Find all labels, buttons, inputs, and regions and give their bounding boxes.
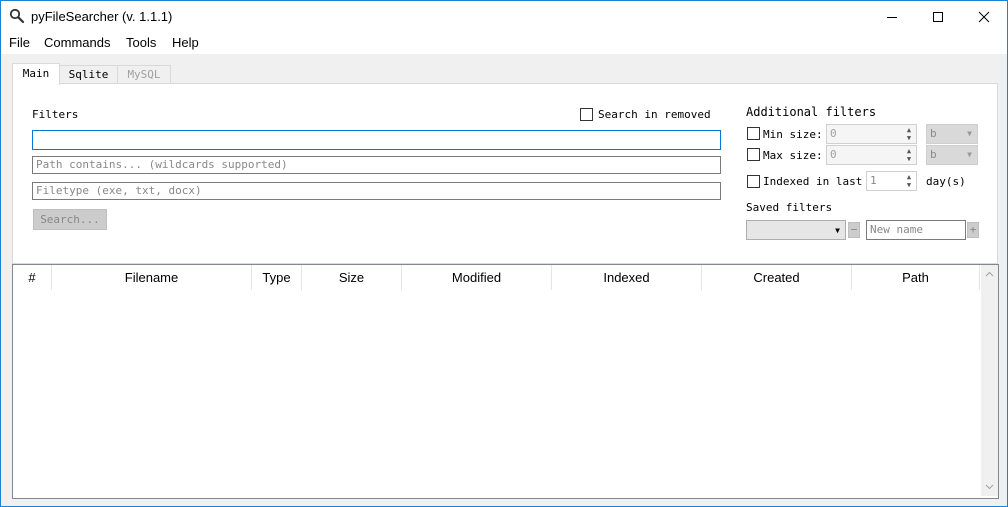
column-header-path[interactable]: Path — [852, 265, 980, 290]
indexed-in-last-label[interactable]: Indexed in last — [763, 175, 862, 188]
column-header-indexed[interactable]: Indexed — [552, 265, 702, 290]
menu-tools[interactable]: Tools — [126, 35, 156, 50]
max-size-unit-select[interactable]: b ▼ — [926, 145, 978, 165]
maximize-icon — [933, 11, 943, 22]
search-in-removed-checkbox[interactable] — [580, 108, 593, 121]
title-bar[interactable]: pyFileSearcher (v. 1.1.1) — [1, 1, 1007, 32]
scroll-up-icon[interactable] — [985, 271, 994, 277]
saved-filters-heading: Saved filters — [746, 201, 833, 214]
chevron-down-icon: ▼ — [967, 150, 972, 159]
additional-filters-heading: Additional filters — [746, 105, 877, 119]
min-size-value: 0 — [830, 127, 837, 140]
indexed-days-value: 1 — [870, 174, 877, 187]
add-filter-button[interactable]: + — [967, 222, 979, 238]
indexed-days-spinbox[interactable]: 1 ▲ ▼ — [866, 171, 917, 191]
minimize-button[interactable] — [869, 1, 915, 32]
window-title: pyFileSearcher (v. 1.1.1) — [31, 9, 173, 24]
column-header-type[interactable]: Type — [252, 265, 302, 290]
path-contains-input[interactable]: Path contains... (wildcards supported) — [32, 156, 721, 174]
column-header-modified[interactable]: Modified — [402, 265, 552, 290]
filters-heading: Filters — [32, 108, 79, 121]
vertical-scrollbar[interactable] — [981, 265, 998, 496]
chevron-down-icon: ▼ — [835, 226, 840, 235]
spin-arrows-icon[interactable]: ▲ ▼ — [903, 173, 915, 189]
magnifier-icon — [9, 8, 25, 24]
max-size-spinbox[interactable]: 0 ▲ ▼ — [826, 145, 917, 165]
close-button[interactable] — [961, 1, 1007, 32]
menu-help[interactable]: Help — [172, 35, 199, 50]
menu-commands[interactable]: Commands — [44, 35, 110, 50]
spin-arrows-icon[interactable]: ▲ ▼ — [903, 147, 915, 163]
tab-mysql[interactable]: MySQL — [117, 65, 171, 84]
main-tab-panel: Filters Search in removed Path contains.… — [12, 83, 998, 264]
max-size-unit: b — [930, 148, 937, 161]
min-size-unit-select[interactable]: b ▼ — [926, 124, 978, 144]
search-in-removed-label[interactable]: Search in removed — [598, 108, 711, 121]
min-size-unit: b — [930, 127, 937, 140]
column-header-number[interactable]: # — [13, 265, 52, 290]
filetype-input[interactable]: Filetype (exe, txt, docx) — [32, 182, 721, 200]
chevron-down-icon: ▼ — [967, 129, 972, 138]
app-window: pyFileSearcher (v. 1.1.1) File Commands … — [0, 0, 1008, 507]
results-table[interactable]: # Filename Type Size Modified Indexed Cr… — [12, 264, 999, 499]
spin-arrows-icon[interactable]: ▲ ▼ — [903, 126, 915, 142]
search-button[interactable]: Search... — [33, 209, 107, 230]
minimize-icon — [887, 16, 897, 18]
menu-bar: File Commands Tools Help — [1, 32, 1007, 54]
scroll-down-icon[interactable] — [985, 484, 994, 490]
maximize-button[interactable] — [915, 1, 961, 32]
column-header-created[interactable]: Created — [702, 265, 852, 290]
menu-file[interactable]: File — [9, 35, 30, 50]
close-icon — [978, 11, 990, 22]
min-size-label[interactable]: Min size: — [763, 128, 823, 141]
max-size-checkbox[interactable] — [747, 148, 760, 161]
min-size-checkbox[interactable] — [747, 127, 760, 140]
tab-sqlite[interactable]: Sqlite — [59, 65, 118, 84]
column-header-size[interactable]: Size — [302, 265, 402, 290]
max-size-value: 0 — [830, 148, 837, 161]
min-size-spinbox[interactable]: 0 ▲ ▼ — [826, 124, 917, 144]
indexed-unit-label: day(s) — [926, 175, 966, 188]
filename-input[interactable] — [32, 130, 721, 150]
new-filter-name-input[interactable]: New name — [866, 220, 966, 240]
tab-main[interactable]: Main — [12, 63, 60, 85]
column-header-filename[interactable]: Filename — [52, 265, 252, 290]
saved-filters-select[interactable]: ▼ — [746, 220, 846, 240]
max-size-label[interactable]: Max size: — [763, 149, 823, 162]
indexed-in-last-checkbox[interactable] — [747, 175, 760, 188]
remove-filter-button[interactable]: − — [848, 222, 860, 238]
